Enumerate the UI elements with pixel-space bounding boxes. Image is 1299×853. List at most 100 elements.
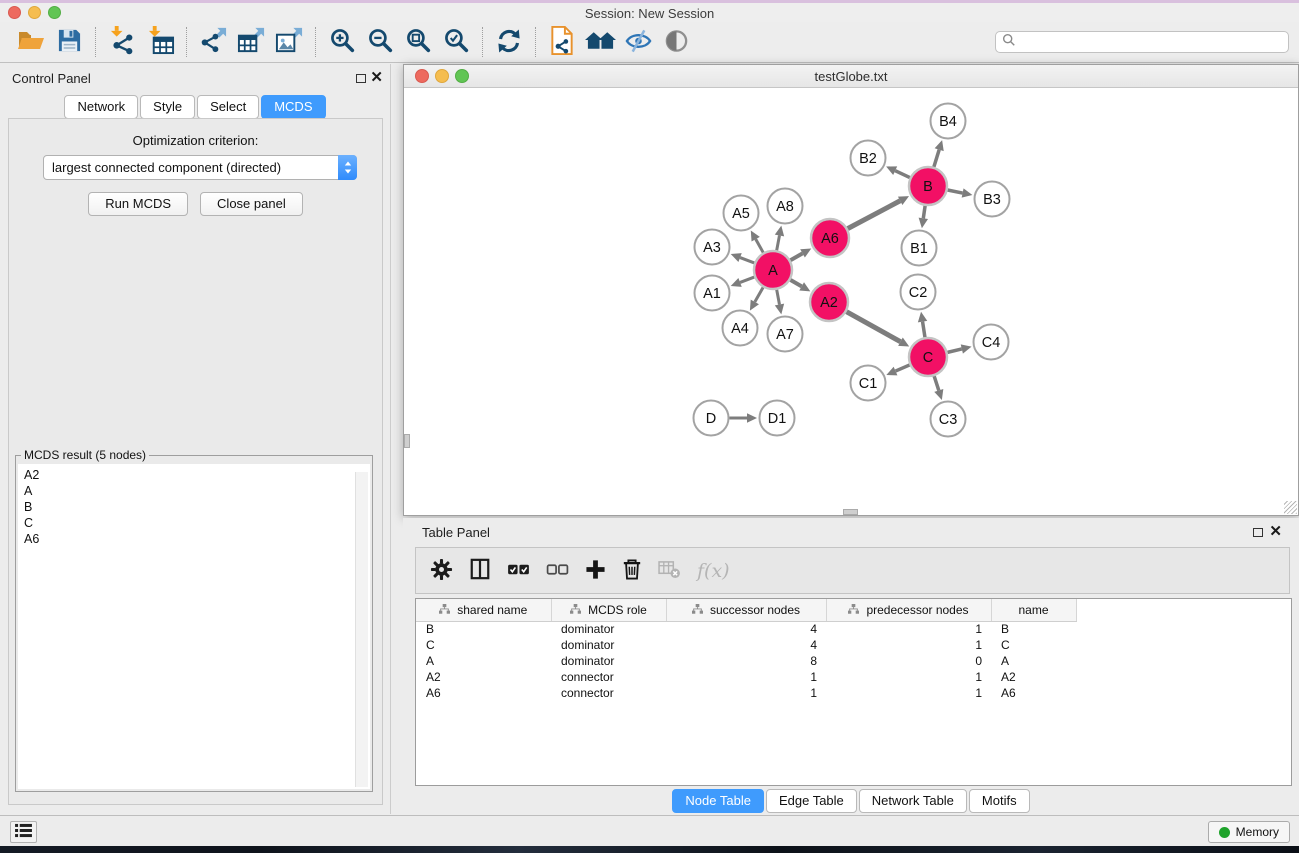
column-header-successor-nodes[interactable]: successor nodes (666, 599, 826, 621)
graph-edge-A-A7[interactable] (777, 290, 780, 305)
cell-mcds_role[interactable]: connector (551, 685, 666, 701)
resize-grip-icon[interactable] (1284, 501, 1297, 514)
network-from-document-button[interactable] (543, 23, 581, 61)
graph-edge-A-A3[interactable] (740, 258, 754, 263)
tab-mcds[interactable]: MCDS (261, 95, 325, 119)
graph-edge-A-A8[interactable] (777, 235, 780, 250)
graph-node-B[interactable]: B (909, 167, 947, 205)
cell-mcds_role[interactable]: dominator (551, 621, 666, 637)
graph-edge-A6-B[interactable] (848, 201, 901, 229)
graph-node-A8[interactable]: A8 (768, 189, 803, 224)
graph-node-B4[interactable]: B4 (931, 104, 966, 139)
zoom-out-button[interactable] (361, 23, 399, 61)
graph-node-A2[interactable]: A2 (810, 283, 848, 321)
cell-shared_name[interactable]: B (416, 621, 551, 637)
cell-name[interactable]: A6 (991, 685, 1076, 701)
export-table-button[interactable] (232, 23, 270, 61)
delete-columns-button[interactable] (622, 558, 642, 584)
table-row[interactable]: Bdominator41B (416, 621, 1291, 637)
graph-edge-C-C1[interactable] (896, 365, 910, 371)
save-session-button[interactable] (50, 23, 88, 61)
tab-motifs[interactable]: Motifs (969, 789, 1030, 813)
graph-node-A4[interactable]: A4 (723, 311, 758, 346)
select-all-button[interactable] (507, 561, 530, 581)
tab-network[interactable]: Network (64, 95, 138, 119)
graph-edge-A2-C[interactable] (846, 312, 900, 342)
graph-edge-C-C2[interactable] (923, 322, 925, 338)
close-table-panel-icon[interactable]: ✕ (1269, 523, 1282, 541)
graph-node-A[interactable]: A (754, 251, 792, 289)
cell-shared_name[interactable]: A6 (416, 685, 551, 701)
graph-edge-C-C3[interactable] (934, 376, 939, 390)
cell-predecessor_nodes[interactable]: 1 (826, 669, 991, 685)
cell-successor_nodes[interactable]: 1 (666, 669, 826, 685)
cell-successor_nodes[interactable]: 8 (666, 653, 826, 669)
graph-node-C2[interactable]: C2 (901, 275, 936, 310)
column-header-name[interactable]: name (991, 599, 1076, 621)
mcds-result-item[interactable]: A2 (24, 467, 370, 483)
horizontal-scrollbar-thumb[interactable] (843, 509, 858, 515)
column-header-shared-name[interactable]: shared name (416, 599, 551, 621)
node-table[interactable]: shared nameMCDS rolesuccessor nodesprede… (415, 598, 1292, 786)
refresh-layout-button[interactable] (490, 23, 528, 61)
graph-edge-A-A4[interactable] (755, 287, 763, 302)
graph-node-D1[interactable]: D1 (760, 401, 795, 436)
graph-node-A1[interactable]: A1 (695, 276, 730, 311)
float-panel-icon[interactable] (356, 74, 366, 83)
cell-mcds_role[interactable]: connector (551, 669, 666, 685)
toggle-columns-button[interactable] (469, 558, 491, 583)
graph-edge-A-A2[interactable] (790, 280, 801, 286)
network-canvas[interactable]: B4B2BB3A5A8A6A3B1AA1C2A2A4A7C4CC1C3DD1 (404, 88, 1298, 515)
search-input[interactable] (1020, 35, 1288, 50)
graph-node-A5[interactable]: A5 (724, 196, 759, 231)
graph-node-D[interactable]: D (694, 401, 729, 436)
cell-mcds_role[interactable]: dominator (551, 637, 666, 653)
cell-shared_name[interactable]: A (416, 653, 551, 669)
table-row[interactable]: A6connector11A6 (416, 685, 1291, 701)
cell-name[interactable]: B (991, 621, 1076, 637)
import-table-button[interactable] (141, 23, 179, 61)
table-row[interactable]: Adominator80A (416, 653, 1291, 669)
cell-successor_nodes[interactable]: 4 (666, 621, 826, 637)
cell-successor_nodes[interactable]: 1 (666, 685, 826, 701)
graph-node-A6[interactable]: A6 (811, 219, 849, 257)
graph-edge-B-B2[interactable] (895, 171, 910, 178)
table-row[interactable]: A2connector11A2 (416, 669, 1291, 685)
cell-shared_name[interactable]: C (416, 637, 551, 653)
cell-name[interactable]: A (991, 653, 1076, 669)
table-row[interactable]: Cdominator41C (416, 637, 1291, 653)
mcds-result-item[interactable]: C (24, 515, 370, 531)
export-network-button[interactable] (194, 23, 232, 61)
zoom-in-button[interactable] (323, 23, 361, 61)
deselect-all-button[interactable] (546, 561, 569, 581)
tab-node-table[interactable]: Node Table (672, 789, 764, 813)
tab-select[interactable]: Select (197, 95, 259, 119)
add-column-button[interactable] (585, 559, 606, 583)
titlebar[interactable]: Session: New Session (0, 3, 1299, 22)
graph-node-C1[interactable]: C1 (851, 366, 886, 401)
task-history-button[interactable] (10, 821, 37, 843)
graph-edge-B-B1[interactable] (923, 206, 925, 219)
result-scrollbar[interactable] (355, 472, 368, 787)
graph-node-A3[interactable]: A3 (695, 230, 730, 265)
column-header-MCDS-role[interactable]: MCDS role (551, 599, 666, 621)
graph-edge-C-C4[interactable] (947, 349, 961, 352)
function-builder-button[interactable]: f(x) (697, 560, 730, 582)
close-panel-button[interactable]: Close panel (200, 192, 303, 216)
memory-button[interactable]: Memory (1208, 821, 1290, 843)
open-file-button[interactable] (12, 23, 50, 61)
network-graph[interactable]: B4B2BB3A5A8A6A3B1AA1C2A2A4A7C4CC1C3DD1 (404, 88, 1298, 515)
cell-predecessor_nodes[interactable]: 0 (826, 653, 991, 669)
mcds-result-item[interactable]: A6 (24, 531, 370, 547)
tab-style[interactable]: Style (140, 95, 195, 119)
network-window-titlebar[interactable]: testGlobe.txt (404, 65, 1298, 88)
graph-node-B1[interactable]: B1 (902, 231, 937, 266)
zoom-selected-button[interactable] (437, 23, 475, 61)
column-header-predecessor-nodes[interactable]: predecessor nodes (826, 599, 991, 621)
run-mcds-button[interactable]: Run MCDS (88, 192, 188, 216)
column-settings-button[interactable] (430, 558, 453, 584)
cell-name[interactable]: C (991, 637, 1076, 653)
tab-edge-table[interactable]: Edge Table (766, 789, 857, 813)
graph-edge-B-B3[interactable] (948, 190, 963, 193)
mcds-result-list[interactable]: A2ABCA6 (18, 464, 370, 789)
